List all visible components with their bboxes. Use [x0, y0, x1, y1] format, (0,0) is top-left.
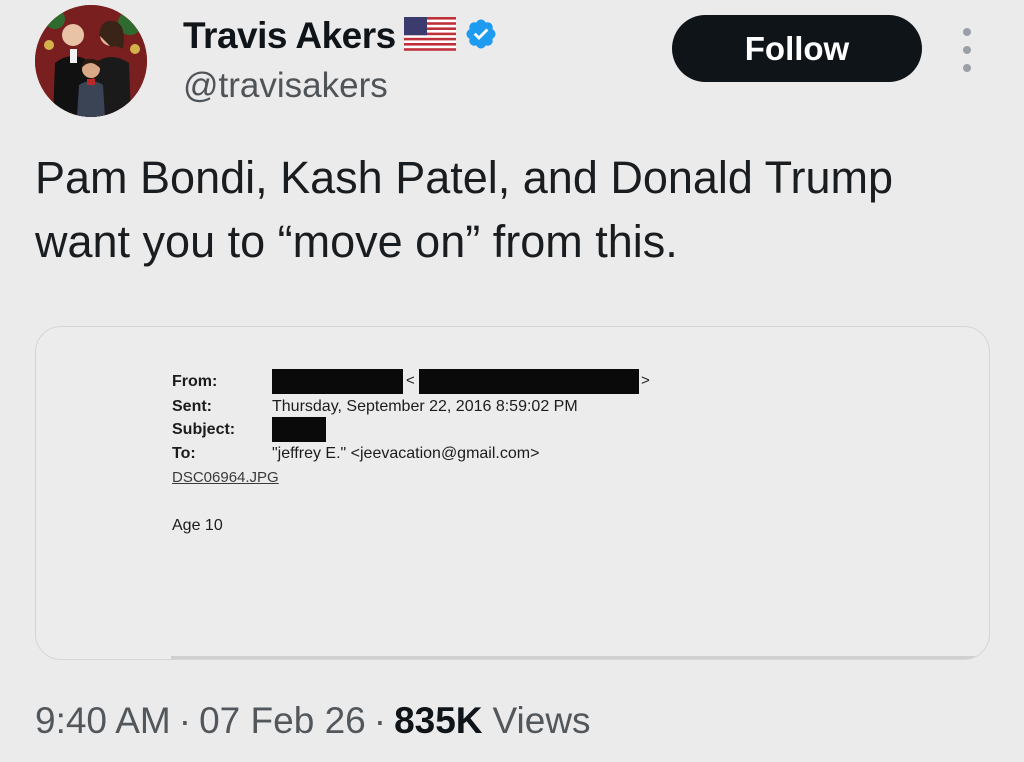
email-to-value: "jeffrey E." <jeevacation@gmail.com>	[272, 445, 540, 462]
email-sent-label: Sent:	[172, 398, 212, 415]
redacted-subject	[272, 417, 326, 442]
verified-badge-icon	[464, 17, 498, 56]
tweet-text: Pam Bondi, Kash Patel, and Donald Trump …	[35, 152, 893, 267]
avatar-photo	[35, 5, 147, 117]
bracket-open: <	[406, 372, 415, 389]
views-label: Views	[492, 700, 591, 741]
email-sent-value: Thursday, September 22, 2016 8:59:02 PM	[272, 398, 578, 415]
separator-dot: ·	[373, 700, 387, 741]
separator-dot: ·	[178, 700, 192, 741]
views-count: 835K	[394, 700, 483, 741]
us-flag-icon	[403, 16, 456, 56]
card-divider	[171, 656, 989, 659]
email-to-label: To:	[172, 445, 196, 462]
tweet-media-card[interactable]: From: < > Sent: Thursday, September 22, …	[35, 326, 990, 660]
redacted-sender-email	[419, 369, 639, 394]
follow-button[interactable]: Follow	[672, 15, 922, 82]
email-from-label: From:	[172, 373, 218, 390]
tweet-time[interactable]: 9:40 AM	[35, 700, 171, 742]
tweet-meta: 9:40 AM · 07 Feb 26 · 835K Views	[35, 700, 591, 742]
author-name-row: Travis Akers	[183, 12, 498, 60]
email-subject-label: Subject:	[172, 421, 236, 438]
dot	[963, 64, 971, 72]
avatar[interactable]	[35, 5, 147, 117]
redacted-sender-name	[272, 369, 403, 394]
email-body: Age 10	[172, 517, 223, 534]
author-handle[interactable]: @travisakers	[183, 66, 388, 106]
bracket-close: >	[641, 372, 650, 389]
more-options-icon[interactable]	[956, 28, 978, 72]
dot	[963, 46, 971, 54]
email-attachment-link[interactable]: DSC06964.JPG	[172, 469, 279, 486]
author-name[interactable]: Travis Akers	[183, 15, 396, 57]
dot	[963, 28, 971, 36]
tweet-date[interactable]: 07 Feb 26	[199, 700, 366, 742]
